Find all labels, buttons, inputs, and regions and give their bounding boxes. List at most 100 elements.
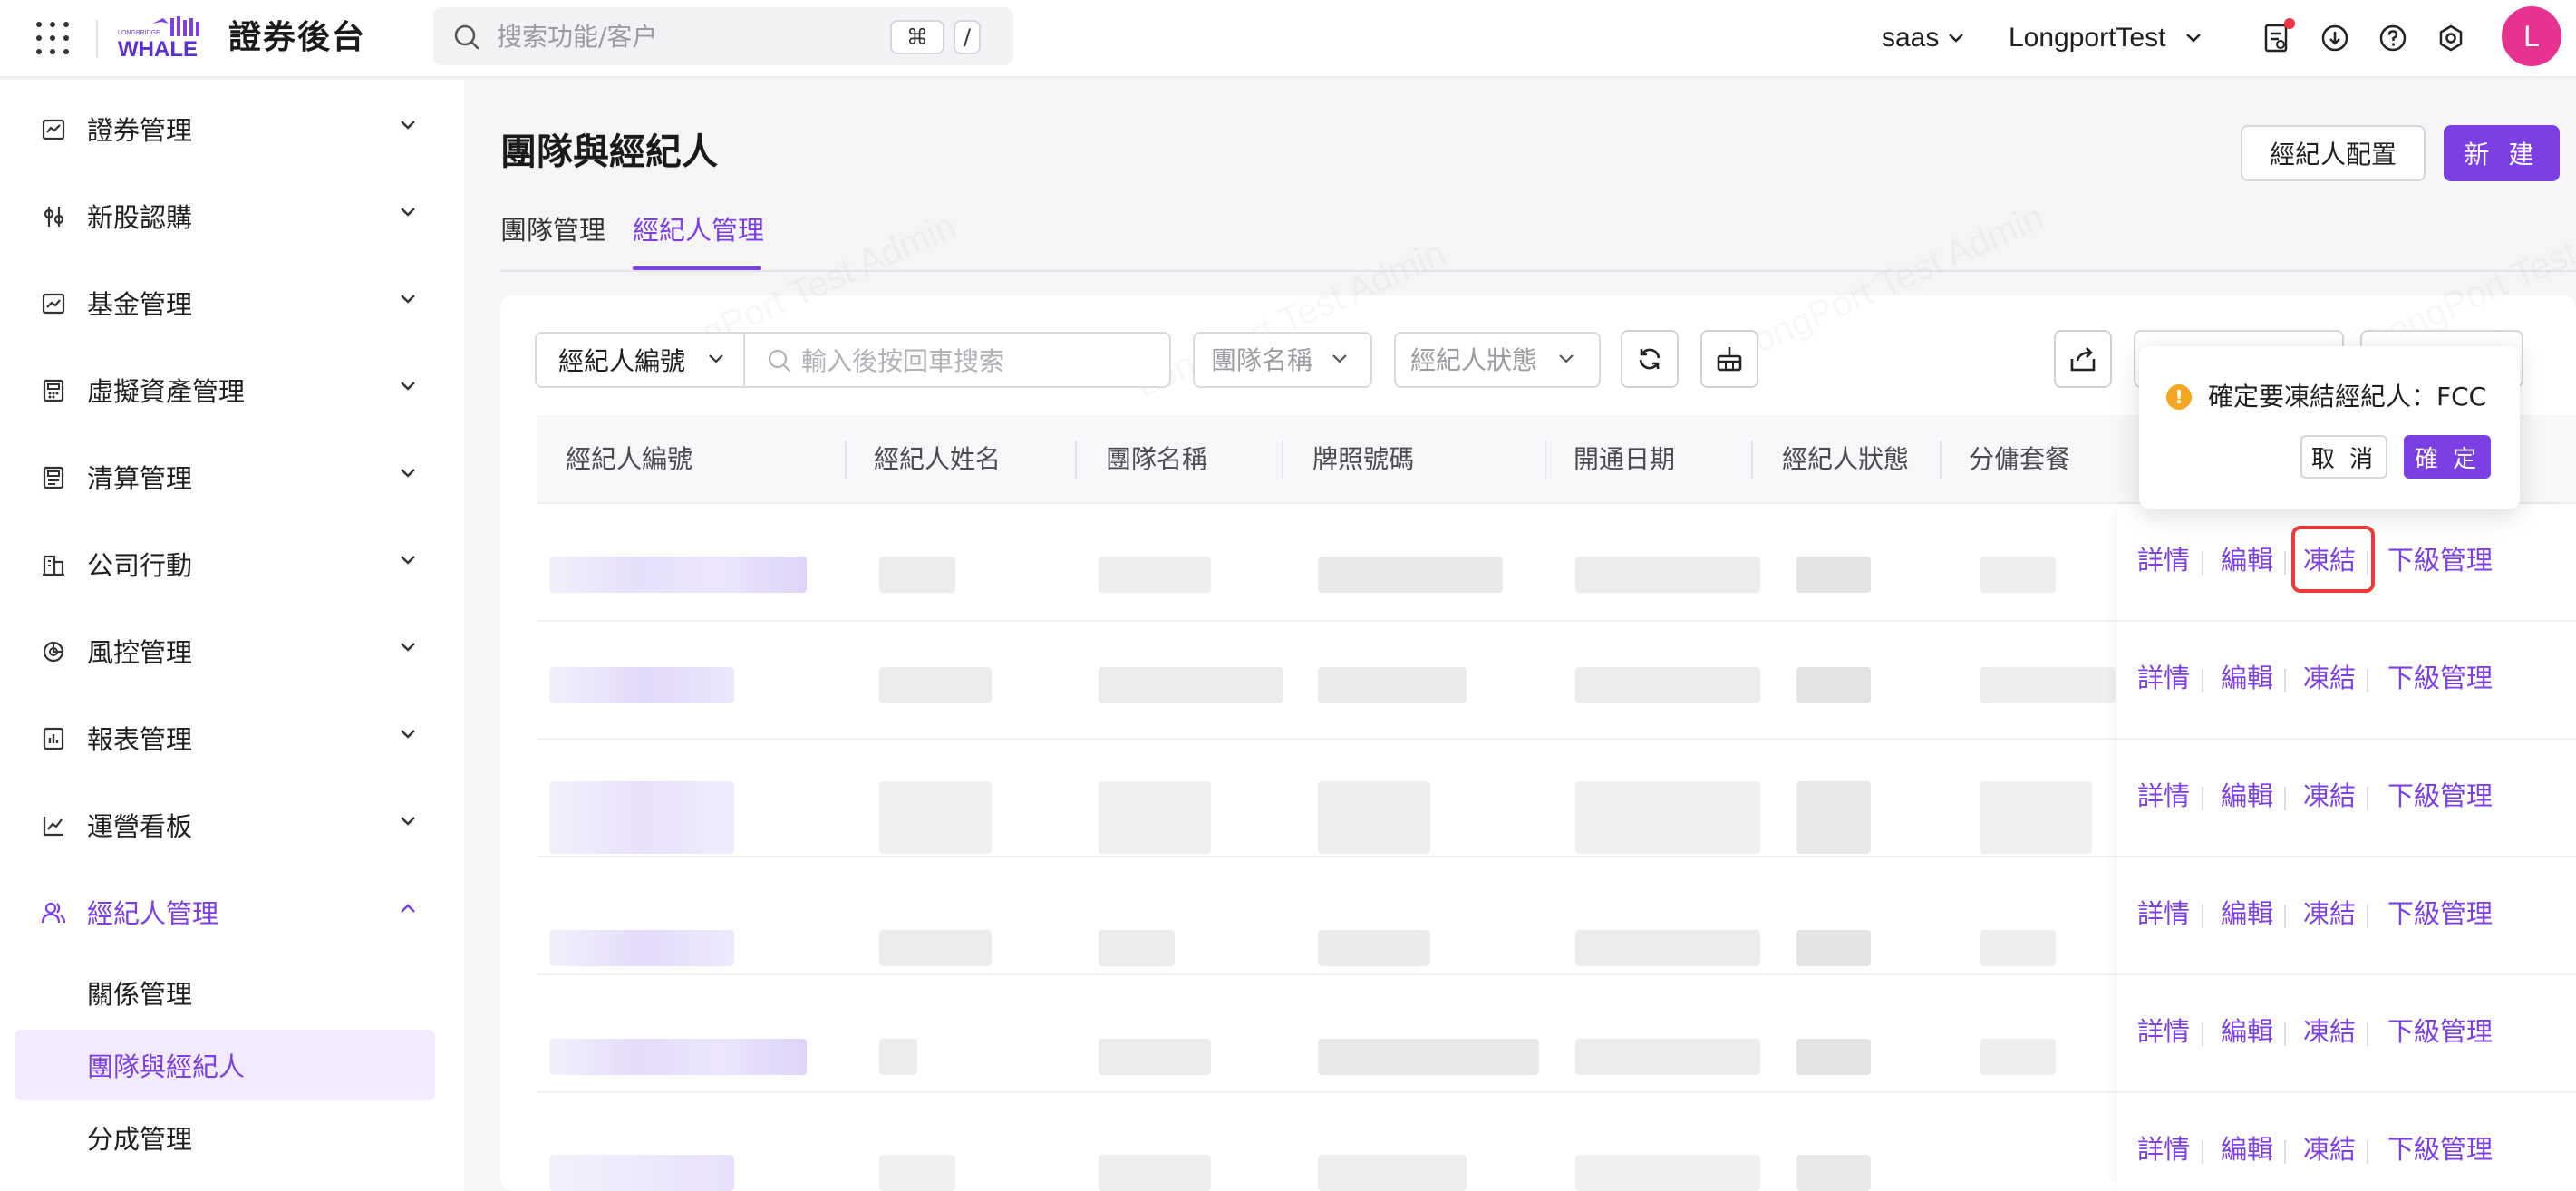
redacted-cell [549, 1039, 807, 1075]
broker-config-button[interactable]: 經紀人配置 [2241, 125, 2426, 181]
tenant-switcher[interactable]: saas [1882, 16, 1964, 60]
freeze-link[interactable]: 凍結 [2303, 1131, 2356, 1167]
action-divider [2202, 905, 2203, 928]
subordinate-link[interactable]: 下級管理 [2387, 1013, 2493, 1050]
subordinate-link[interactable]: 下級管理 [2387, 542, 2493, 578]
sidebar-item-label: 報表管理 [87, 724, 193, 755]
redacted-cell [1575, 667, 1760, 703]
search-icon [768, 349, 791, 373]
chevron-down-icon [401, 643, 415, 652]
detail-link[interactable]: 詳情 [2137, 660, 2190, 696]
refresh-icon [1639, 348, 1661, 370]
refresh-button[interactable] [1621, 330, 1679, 388]
sidebar-item-virtual-asset[interactable]: 虛擬資產管理 [15, 353, 435, 426]
task-list-icon[interactable] [2259, 18, 2295, 56]
redacted-cell [549, 557, 807, 593]
freeze-link[interactable]: 凍結 [2303, 1013, 2356, 1050]
freeze-link[interactable]: 凍結 [2303, 660, 2356, 696]
edit-link[interactable]: 編輯 [2221, 1013, 2273, 1050]
shortcut-slash-key: / [954, 20, 981, 54]
sidebar-item-securities[interactable]: 證券管理 [15, 92, 435, 165]
sidebar-item-fund[interactable]: 基金管理 [15, 266, 435, 339]
avatar[interactable]: L [2502, 6, 2561, 66]
page-title: 團隊與經紀人 [500, 131, 718, 173]
sidebar-item-clearing[interactable]: 清算管理 [15, 441, 435, 513]
dashboard-icon [43, 817, 63, 837]
redacted-cell [549, 930, 734, 966]
sidebar-item-risk[interactable]: 風控管理 [15, 615, 435, 687]
detail-link[interactable]: 詳情 [2137, 1131, 2190, 1167]
redacted-cell [549, 667, 734, 703]
edit-link[interactable]: 編輯 [2221, 778, 2273, 814]
sidebar: 證券管理 新股認購 基金管理 虛擬資產管理 清算管理 公司行動 風控管理 報表管… [0, 80, 464, 1191]
subordinate-link[interactable]: 下級管理 [2387, 660, 2493, 696]
detail-link[interactable]: 詳情 [2137, 896, 2190, 932]
sidebar-item-corporate-action[interactable]: 公司行動 [15, 528, 435, 600]
app-title: 證券後台 [228, 19, 367, 56]
edit-link[interactable]: 編輯 [2221, 542, 2273, 578]
table-row-actions: 詳情 編輯 凍結 下級管理 [2117, 1093, 2576, 1191]
redacted-cell [1575, 930, 1760, 966]
sidebar-subitem-team-broker[interactable]: 團隊與經紀人 [15, 1030, 435, 1100]
chevron-down-icon [401, 556, 415, 565]
help-icon[interactable] [2375, 20, 2411, 56]
subordinate-link[interactable]: 下級管理 [2387, 1131, 2493, 1167]
confirm-button[interactable]: 確 定 [2404, 435, 2491, 479]
redacted-cell [1796, 781, 1871, 854]
redacted-cell [879, 557, 955, 593]
action-divider [2202, 1140, 2203, 1164]
sidebar-item-dashboard[interactable]: 運營看板 [15, 789, 435, 861]
export-button[interactable] [2054, 330, 2112, 388]
sidebar-subitem-relationship[interactable]: 關係管理 [15, 957, 435, 1028]
column-divider [1075, 441, 1077, 479]
chevron-up-icon [401, 904, 415, 913]
cancel-button[interactable]: 取 消 [2300, 435, 2387, 479]
detail-link[interactable]: 詳情 [2137, 1013, 2190, 1050]
download-icon[interactable] [2317, 20, 2353, 56]
new-button[interactable]: 新 建 [2444, 125, 2560, 181]
sidebar-item-label: 風控管理 [87, 637, 193, 668]
keyword-search[interactable] [743, 332, 1171, 388]
action-divider [2367, 905, 2368, 928]
broker-icon [42, 902, 65, 924]
app-grid-icon[interactable] [36, 22, 69, 54]
action-divider [2202, 551, 2203, 575]
freeze-confirm-popover: ! 確定要凍結經紀人：FCC 取 消 確 定 [2139, 346, 2520, 509]
redacted-cell [549, 781, 734, 854]
sidebar-subitem-commission[interactable]: 分成管理 [15, 1102, 435, 1173]
subordinate-link[interactable]: 下級管理 [2387, 778, 2493, 814]
team-name-select[interactable]: 團隊名稱 [1193, 332, 1372, 388]
sidebar-item-ipo[interactable]: 新股認購 [15, 179, 435, 252]
sidebar-item-report[interactable]: 報表管理 [15, 702, 435, 774]
chevron-down-icon [401, 208, 415, 217]
global-search[interactable]: ⌘ / [433, 7, 1013, 65]
redacted-cell [1099, 557, 1211, 593]
redacted-cell [1318, 1039, 1539, 1075]
keyword-search-input[interactable] [801, 343, 1146, 379]
clear-filters-button[interactable] [1700, 330, 1758, 388]
account-switcher[interactable]: LongportTest [2009, 16, 2202, 60]
chevron-down-icon [401, 382, 415, 391]
subordinate-link[interactable]: 下級管理 [2387, 896, 2493, 932]
detail-link[interactable]: 詳情 [2137, 542, 2190, 578]
settings-icon[interactable] [2433, 20, 2469, 56]
freeze-link[interactable]: 凍結 [2303, 896, 2356, 932]
broker-status-select[interactable]: 經紀人狀態 [1394, 332, 1601, 388]
tab-broker-management[interactable]: 經紀人管理 [633, 212, 764, 248]
edit-link[interactable]: 編輯 [2221, 896, 2273, 932]
edit-link[interactable]: 編輯 [2221, 1131, 2273, 1167]
redacted-cell [1980, 781, 2092, 854]
detail-link[interactable]: 詳情 [2137, 778, 2190, 814]
global-search-input[interactable] [497, 18, 841, 54]
action-divider [2284, 905, 2286, 928]
search-field-select[interactable]: 經紀人編號 [535, 332, 745, 388]
freeze-link[interactable]: 凍結 [2303, 778, 2356, 814]
edit-link[interactable]: 編輯 [2221, 660, 2273, 696]
ipo-icon [44, 207, 64, 227]
column-header-license-no: 牌照號碼 [1312, 444, 1415, 474]
redacted-cell [1575, 1155, 1760, 1191]
sidebar-item-broker[interactable]: 經紀人管理 [15, 876, 435, 948]
tab-team-management[interactable]: 團隊管理 [500, 212, 605, 248]
column-header-broker-name: 經紀人姓名 [874, 444, 1002, 474]
redacted-cell [1980, 930, 2056, 966]
